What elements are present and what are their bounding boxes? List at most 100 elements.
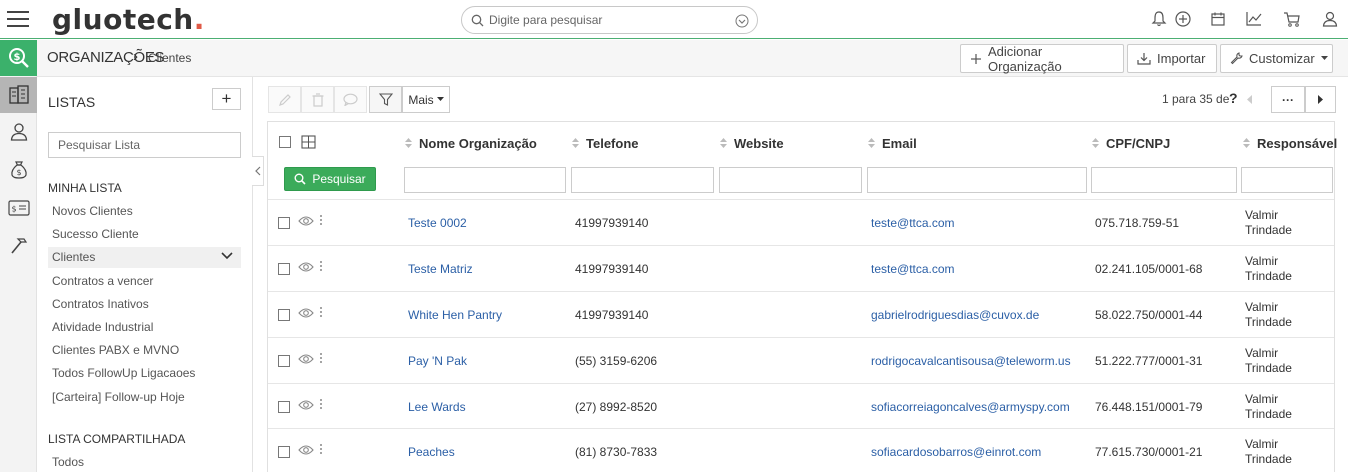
list-item[interactable]: [Carteira] Follow-up Hoje: [48, 387, 241, 408]
list-item[interactable]: Atividade Industrial: [48, 317, 241, 338]
cell-email[interactable]: teste@ttca.com: [871, 200, 955, 246]
filter-owner-input[interactable]: [1241, 167, 1333, 193]
rail-search-money[interactable]: $: [0, 40, 37, 76]
eye-icon[interactable]: [298, 353, 314, 365]
row-checkbox[interactable]: [278, 401, 290, 413]
owner-last-name: Trindade: [1245, 269, 1292, 283]
eye-icon[interactable]: [298, 215, 314, 227]
vertical-dots-icon[interactable]: [319, 214, 323, 226]
rail-contacts[interactable]: [0, 114, 37, 150]
cell-owner: Valmir Trindade: [1245, 292, 1292, 338]
vertical-dots-icon[interactable]: [319, 260, 323, 272]
eye-icon[interactable]: [298, 444, 314, 456]
cell-email[interactable]: sofiacorreiagoncalves@armyspy.com: [871, 384, 1070, 430]
eye-icon[interactable]: [298, 307, 314, 319]
cell-name[interactable]: Teste 0002: [408, 200, 467, 246]
select-all-checkbox[interactable]: [279, 136, 291, 148]
chevron-down-icon[interactable]: [221, 252, 233, 260]
table-row[interactable]: Teste 0002 41997939140 teste@ttca.com 07…: [268, 199, 1334, 245]
chart-line-icon[interactable]: [1245, 10, 1263, 28]
cell-name[interactable]: Lee Wards: [408, 384, 466, 430]
vertical-dots-icon[interactable]: [319, 352, 323, 364]
table-row[interactable]: Peaches (81) 8730-7833 sofiacardosobarro…: [268, 428, 1334, 474]
cell-email[interactable]: rodrigocavalcantisousa@teleworm.us: [871, 338, 1071, 384]
vertical-dots-icon[interactable]: [319, 398, 323, 410]
rail-organizations[interactable]: [0, 77, 37, 113]
edit-button[interactable]: [268, 86, 301, 113]
list-item[interactable]: Contratos a vencer: [48, 271, 241, 292]
cell-email[interactable]: sofiacardosobarros@einrot.com: [871, 429, 1041, 475]
add-list-button[interactable]: +: [212, 88, 241, 110]
vertical-dots-icon[interactable]: [319, 306, 323, 318]
cell-name[interactable]: Teste Matriz: [408, 246, 473, 292]
row-checkbox[interactable]: [278, 446, 290, 458]
col-header-website[interactable]: Website: [720, 122, 784, 164]
next-page-button[interactable]: [1305, 86, 1336, 113]
calendar-icon[interactable]: [1209, 10, 1227, 28]
cell-email[interactable]: teste@ttca.com: [871, 246, 955, 292]
bell-icon[interactable]: [1150, 10, 1168, 28]
list-item[interactable]: Sucesso Cliente: [48, 224, 241, 245]
search-list-input[interactable]: [48, 132, 241, 158]
cell-email[interactable]: gabrielrodriguesdias@cuvox.de: [871, 292, 1039, 338]
filter-button[interactable]: [369, 86, 402, 113]
col-header-name[interactable]: Nome Organização: [405, 122, 537, 164]
filter-phone-input[interactable]: [571, 167, 714, 193]
pagination-total-help[interactable]: ?: [1229, 90, 1238, 106]
more-pages-button[interactable]: ···: [1271, 86, 1305, 113]
row-checkbox[interactable]: [278, 263, 290, 275]
cell-name[interactable]: Peaches: [408, 429, 455, 475]
add-organization-button[interactable]: Adicionar Organização: [960, 44, 1124, 74]
more-actions-button[interactable]: Mais: [402, 86, 450, 113]
list-item[interactable]: Clientes PABX e MVNO: [48, 340, 241, 361]
col-header-phone[interactable]: Telefone: [572, 122, 639, 164]
breadcrumb-root[interactable]: ORGANIZAÇÕES: [47, 49, 165, 66]
cart-icon[interactable]: [1283, 10, 1301, 28]
customize-button[interactable]: Customizar: [1220, 44, 1333, 73]
col-header-owner[interactable]: Responsável: [1243, 122, 1337, 164]
global-search-input[interactable]: [489, 11, 729, 29]
eye-icon[interactable]: [298, 399, 314, 411]
import-button[interactable]: Importar: [1127, 44, 1217, 73]
funnel-icon: [378, 93, 393, 106]
filter-website-input[interactable]: [719, 167, 862, 193]
row-checkbox[interactable]: [278, 217, 290, 229]
list-item-selected[interactable]: Clientes: [48, 247, 241, 268]
list-item[interactable]: Novos Clientes: [48, 201, 241, 222]
prev-page-icon[interactable]: [1247, 95, 1253, 104]
global-search[interactable]: [461, 6, 758, 34]
chevron-down-circle-icon[interactable]: [735, 14, 749, 28]
table-row[interactable]: Pay 'N Pak (55) 3159-6206 rodrigocavalca…: [268, 337, 1334, 383]
list-item[interactable]: Todos: [48, 452, 241, 473]
hamburger-menu-icon[interactable]: [7, 9, 29, 29]
rail-billing[interactable]: $: [0, 190, 37, 226]
column-layout-icon[interactable]: [301, 135, 316, 149]
add-circle-icon[interactable]: [1174, 10, 1192, 28]
table-row[interactable]: Lee Wards (27) 8992-8520 sofiacorreiagon…: [268, 383, 1334, 429]
cell-name[interactable]: White Hen Pantry: [408, 292, 502, 338]
eye-icon[interactable]: [298, 261, 314, 273]
delete-button[interactable]: [301, 86, 334, 113]
table-row[interactable]: White Hen Pantry 41997939140 gabrielrodr…: [268, 291, 1334, 337]
rail-tools[interactable]: [0, 228, 37, 264]
user-icon[interactable]: [1321, 10, 1339, 28]
filter-email-input[interactable]: [867, 167, 1087, 193]
table-row[interactable]: Teste Matriz 41997939140 teste@ttca.com …: [268, 245, 1334, 291]
rail-deals[interactable]: $: [0, 152, 37, 188]
filter-doc-input[interactable]: [1091, 167, 1237, 193]
col-header-doc[interactable]: CPF/CNPJ: [1092, 122, 1170, 164]
search-filter-button[interactable]: Pesquisar: [284, 167, 376, 191]
row-checkbox[interactable]: [278, 355, 290, 367]
owner-last-name: Trindade: [1245, 223, 1292, 237]
comment-button[interactable]: [334, 86, 367, 113]
cell-name[interactable]: Pay 'N Pak: [408, 338, 467, 384]
logo[interactable]: gluotech.: [52, 4, 205, 36]
list-item[interactable]: Contratos Inativos: [48, 294, 241, 315]
filter-name-input[interactable]: [404, 167, 566, 193]
col-header-email[interactable]: Email: [868, 122, 917, 164]
vertical-dots-icon[interactable]: [319, 443, 323, 455]
row-checkbox[interactable]: [278, 309, 290, 321]
lists-sidebar: LISTAS + MINHA LISTA Novos Clientes Suce…: [37, 77, 253, 472]
list-item[interactable]: Todos FollowUp Ligacaoes: [48, 363, 241, 384]
collapse-sidebar-button[interactable]: [252, 156, 264, 186]
